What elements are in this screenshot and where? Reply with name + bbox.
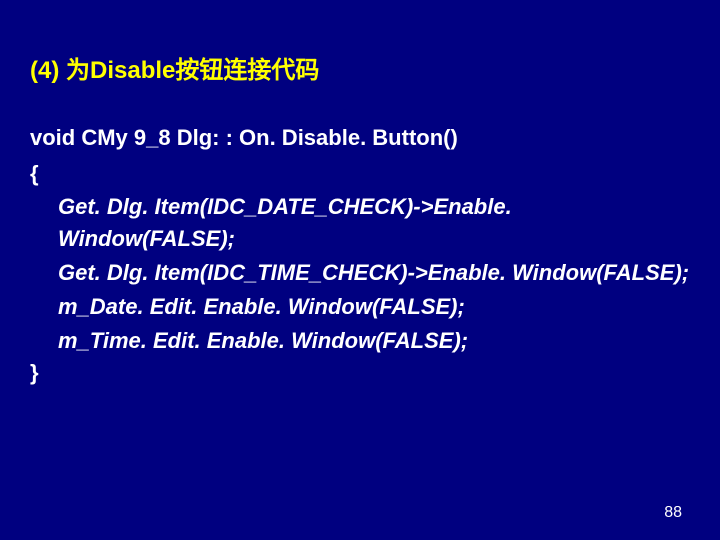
code-line: Get. Dlg. Item(IDC_DATE_CHECK)->Enable. … bbox=[58, 191, 690, 255]
section-heading: (4) 为Disable按钮连接代码 bbox=[30, 50, 690, 85]
slide: (4) 为Disable按钮连接代码 void CMy 9_8 Dlg: : O… bbox=[0, 0, 720, 540]
code-line: Get. Dlg. Item(IDC_TIME_CHECK)->Enable. … bbox=[58, 257, 690, 289]
page-number: 88 bbox=[664, 504, 682, 522]
code-line: m_Time. Edit. Enable. Window(FALSE); bbox=[58, 325, 690, 357]
close-brace: } bbox=[30, 360, 690, 386]
function-signature: void CMy 9_8 Dlg: : On. Disable. Button(… bbox=[30, 125, 690, 151]
open-brace: { bbox=[30, 161, 690, 187]
code-line: m_Date. Edit. Enable. Window(FALSE); bbox=[58, 291, 690, 323]
